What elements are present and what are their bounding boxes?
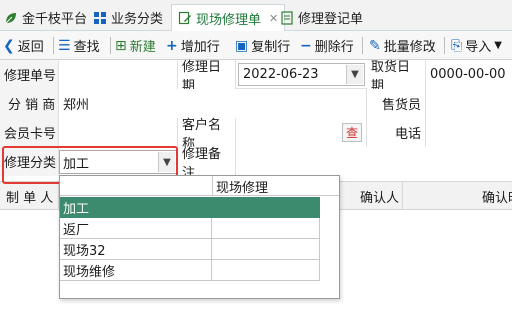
- form-row-4: 修理分类 加工 ▼ 修理备注: [0, 147, 512, 181]
- copy-icon: ▣: [235, 37, 249, 54]
- doc-list-icon: [280, 10, 294, 25]
- batch-edit-button[interactable]: ✎ 批量修改: [369, 34, 436, 57]
- form-row-2: 分 销 商 郑州 售货员: [0, 89, 512, 118]
- form-row-3: 会员卡号 客户名称 查 电话: [0, 118, 512, 152]
- dropdown-col1-header: [60, 176, 212, 196]
- form-row-1: 修理单号 修理日期 2022-06-23 ▼ 取货日期 0000-00-00: [0, 60, 512, 94]
- repair-date-cell: 2022-06-23 ▼: [236, 60, 367, 89]
- col-confirmer[interactable]: 确认人: [340, 182, 403, 210]
- delete-row-label: 删除行: [314, 40, 354, 55]
- col-creator[interactable]: 制 单 人: [0, 182, 59, 210]
- option-extra: [212, 239, 320, 260]
- find-label: 查找: [73, 40, 100, 55]
- col-blank: [403, 182, 478, 210]
- salesperson-label: 售货员: [367, 89, 426, 118]
- import-doc-icon: ⎘: [451, 37, 463, 54]
- option-extra: [212, 218, 320, 239]
- add-row-button[interactable]: + 增加行: [166, 34, 220, 57]
- repair-date-label: 修理日期: [178, 60, 236, 94]
- tab-label: 修理登记单: [298, 12, 364, 27]
- import-label: 导入: [465, 40, 492, 55]
- option-label: 返厂: [60, 218, 212, 239]
- member-card-label: 会员卡号: [0, 118, 59, 147]
- tab-label: 现场修理单: [196, 12, 262, 28]
- add-box-icon: ⊞: [115, 37, 127, 54]
- tab-bar: 金千枝平台 业务分类 现场修理单 ✕ 修理登记单: [0, 0, 512, 31]
- tab-label: 金千枝平台: [22, 12, 88, 27]
- member-card-field[interactable]: [59, 118, 178, 147]
- import-button[interactable]: ⎘ 导入 ▼: [451, 34, 502, 57]
- chevron-down-icon[interactable]: ▼: [346, 65, 363, 84]
- category-select[interactable]: 加工 ▼: [59, 150, 177, 174]
- phone-field[interactable]: [426, 118, 512, 147]
- category-label: 修理分类: [0, 147, 59, 176]
- search-list-icon: ☰: [58, 37, 71, 54]
- repair-date-value: 2022-06-23: [243, 67, 319, 82]
- toolbar-divider: [362, 37, 363, 54]
- pickup-date-field[interactable]: 0000-00-00: [426, 60, 512, 89]
- option-label: 现场维修: [60, 260, 212, 281]
- delete-row-button[interactable]: − 删除行: [300, 34, 354, 57]
- back-button[interactable]: ❮ 返回: [3, 34, 44, 57]
- find-button[interactable]: ☰ 查找: [58, 34, 100, 57]
- note-label: 修理备注: [178, 147, 236, 181]
- option-extra: [212, 260, 320, 281]
- tab-platform[interactable]: 金千枝平台: [4, 4, 87, 31]
- tab-label: 业务分类: [111, 12, 164, 27]
- repair-no-field[interactable]: [59, 60, 178, 89]
- pencil-icon: ✎: [369, 37, 381, 54]
- option-label: 加工: [60, 197, 212, 218]
- salesperson-field[interactable]: [426, 89, 512, 118]
- chevron-down-icon: ▼: [494, 39, 502, 51]
- copy-row-label: 复制行: [251, 40, 291, 55]
- chevron-down-icon[interactable]: ▼: [158, 152, 175, 172]
- batch-edit-label: 批量修改: [383, 40, 436, 55]
- new-button[interactable]: ⊞ 新建: [115, 34, 156, 57]
- col-confirm-time[interactable]: 确认时: [478, 182, 512, 210]
- repair-no-label: 修理单号: [0, 60, 59, 89]
- back-label: 返回: [17, 40, 44, 55]
- repair-date-field[interactable]: 2022-06-23 ▼: [238, 63, 365, 86]
- dropdown-option[interactable]: 现场维修: [60, 260, 339, 281]
- category-dropdown: 现场修理 加工 返厂 现场32 现场维修: [59, 175, 340, 299]
- edit-doc-icon: [178, 11, 192, 25]
- lookup-button[interactable]: 查: [342, 123, 362, 142]
- option-label: 现场32: [60, 239, 212, 260]
- toolbar-divider: [110, 37, 111, 54]
- phone-label: 电话: [367, 118, 426, 147]
- pickup-date-label: 取货日期: [367, 60, 426, 94]
- category-value: 加工: [63, 156, 90, 172]
- toolbar: ❮ 返回 ☰ 查找 ⊞ 新建 + 增加行 ▣ 复制行 − 删除行 ✎ 批量修改 …: [0, 31, 512, 60]
- toolbar-divider: [53, 37, 54, 54]
- distributor-label: 分 销 商: [0, 89, 59, 118]
- tab-onsite-repair[interactable]: 现场修理单 ✕: [171, 4, 286, 31]
- new-label: 新建: [129, 40, 156, 55]
- tab-business-category[interactable]: 业务分类: [93, 4, 163, 31]
- copy-row-button[interactable]: ▣ 复制行: [235, 34, 290, 57]
- plus-icon: +: [166, 37, 178, 54]
- dropdown-col2-header: 现场修理: [212, 176, 320, 196]
- dropdown-option[interactable]: 加工: [60, 197, 339, 218]
- leaf-icon: [4, 11, 18, 25]
- dropdown-option[interactable]: 现场32: [60, 239, 339, 260]
- tab-repair-register[interactable]: 修理登记单: [280, 4, 363, 31]
- dropdown-option[interactable]: 返厂: [60, 218, 339, 239]
- add-row-label: 增加行: [180, 40, 220, 55]
- grid-icon: [93, 11, 107, 25]
- chevron-left-icon: ❮: [3, 37, 15, 54]
- close-icon[interactable]: ✕: [269, 12, 278, 25]
- minus-icon: −: [300, 37, 312, 54]
- customer-name-field[interactable]: 查: [236, 118, 367, 147]
- dropdown-header: 现场修理: [60, 176, 339, 196]
- note-field[interactable]: [236, 147, 512, 176]
- option-extra: [212, 197, 320, 218]
- toolbar-divider: [444, 37, 445, 54]
